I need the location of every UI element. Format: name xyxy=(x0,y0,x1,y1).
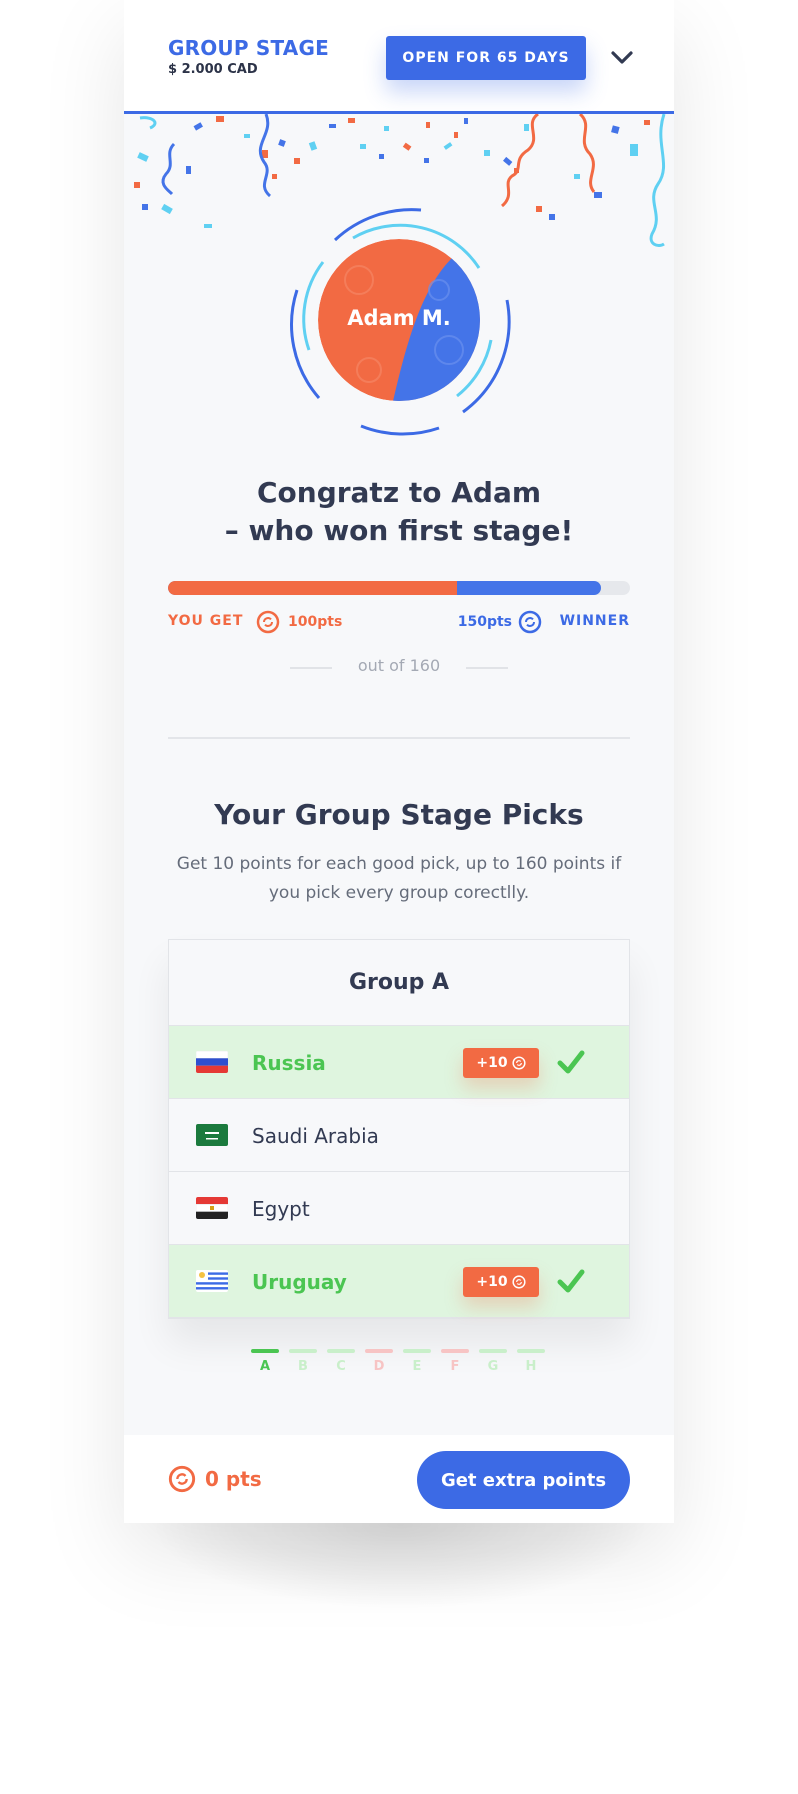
coin-icon xyxy=(512,1275,526,1289)
tab-letter: A xyxy=(259,1359,271,1374)
points-badge: +10 xyxy=(463,1267,539,1297)
bottom-bar: 0 pts Get extra points xyxy=(124,1435,674,1523)
winner-points: 150pts xyxy=(457,614,512,630)
section-divider xyxy=(168,737,630,739)
app-screen: GROUP STAGE $ 2.000 CAD OPEN FOR 65 DAYS xyxy=(124,0,674,1523)
egypt-flag-icon xyxy=(196,1197,228,1219)
your-progress-fill xyxy=(168,581,457,595)
russia-flag-icon xyxy=(196,1051,228,1073)
tab-indicator xyxy=(289,1349,317,1353)
user-points: 0 pts xyxy=(205,1467,262,1491)
check-icon xyxy=(557,1269,585,1293)
group-tab-a[interactable]: A xyxy=(251,1349,279,1374)
badge-value: +10 xyxy=(476,1274,508,1290)
coin-icon xyxy=(256,610,280,634)
saudi-arabia-flag-icon xyxy=(196,1124,228,1146)
get-extra-points-button[interactable]: Get extra points xyxy=(417,1451,630,1509)
tab-letter: E xyxy=(412,1359,422,1374)
coin-icon xyxy=(168,1465,196,1493)
group-tab-h[interactable]: H xyxy=(517,1349,545,1374)
group-tab-c[interactable]: C xyxy=(327,1349,355,1374)
coin-icon xyxy=(518,610,542,634)
tab-letter: B xyxy=(298,1359,308,1374)
header: GROUP STAGE $ 2.000 CAD OPEN FOR 65 DAYS xyxy=(124,0,674,114)
tab-indicator xyxy=(327,1349,355,1353)
group-card: Group A Russia +10 Saudi Arabia Egypt Ur… xyxy=(168,939,630,1319)
open-status-button[interactable]: OPEN FOR 65 DAYS xyxy=(386,36,586,80)
picks-description: Get 10 points for each good pick, up to … xyxy=(176,854,622,903)
out-of-text: out of 160 xyxy=(357,656,441,675)
uruguay-flag-icon xyxy=(196,1270,228,1292)
group-title: Group A xyxy=(169,940,629,1026)
group-tab-f[interactable]: F xyxy=(441,1349,469,1374)
tab-indicator xyxy=(517,1349,545,1353)
team-name: Saudi Arabia xyxy=(252,1124,379,1148)
tab-letter: D xyxy=(373,1359,385,1374)
congrats-heading: Congratz to Adam – who won first stage! xyxy=(124,474,674,550)
prize-amount: $ 2.000 CAD xyxy=(168,62,258,77)
winner-label: WINNER xyxy=(559,613,630,629)
group-tab-e[interactable]: E xyxy=(403,1349,431,1374)
team-row[interactable]: Egypt xyxy=(169,1172,629,1245)
team-name: Uruguay xyxy=(252,1270,347,1294)
group-tab-d[interactable]: D xyxy=(365,1349,393,1374)
team-name: Egypt xyxy=(252,1197,310,1221)
team-row[interactable]: Uruguay +10 xyxy=(169,1245,629,1318)
congrats-line-1: Congratz to Adam xyxy=(256,476,542,509)
points-progress-bar xyxy=(168,581,630,595)
tab-letter: F xyxy=(450,1359,460,1374)
check-icon xyxy=(557,1050,585,1074)
tab-letter: H xyxy=(525,1359,537,1374)
tab-letter: C xyxy=(336,1359,346,1374)
coin-icon xyxy=(512,1056,526,1070)
tab-indicator xyxy=(251,1349,279,1353)
team-row[interactable]: Russia +10 xyxy=(169,1026,629,1099)
page-title: GROUP STAGE xyxy=(168,36,329,60)
divider-line xyxy=(466,667,508,669)
picks-title: Your Group Stage Picks xyxy=(214,798,584,831)
congrats-line-2: – who won first stage! xyxy=(224,514,574,547)
team-name: Russia xyxy=(252,1051,326,1075)
team-row[interactable]: Saudi Arabia xyxy=(169,1099,629,1172)
your-points: 100pts xyxy=(288,614,343,630)
tab-indicator xyxy=(479,1349,507,1353)
badge-value: +10 xyxy=(476,1055,508,1071)
group-tab-b[interactable]: B xyxy=(289,1349,317,1374)
tab-indicator xyxy=(365,1349,393,1353)
tab-indicator xyxy=(441,1349,469,1353)
chevron-down-icon[interactable] xyxy=(608,44,636,72)
you-get-label: YOU GET xyxy=(168,613,244,629)
group-tab-g[interactable]: G xyxy=(479,1349,507,1374)
tab-letter: G xyxy=(487,1359,499,1374)
points-badge: +10 xyxy=(463,1048,539,1078)
avatar-name: Adam M. xyxy=(347,306,451,330)
tab-indicator xyxy=(403,1349,431,1353)
